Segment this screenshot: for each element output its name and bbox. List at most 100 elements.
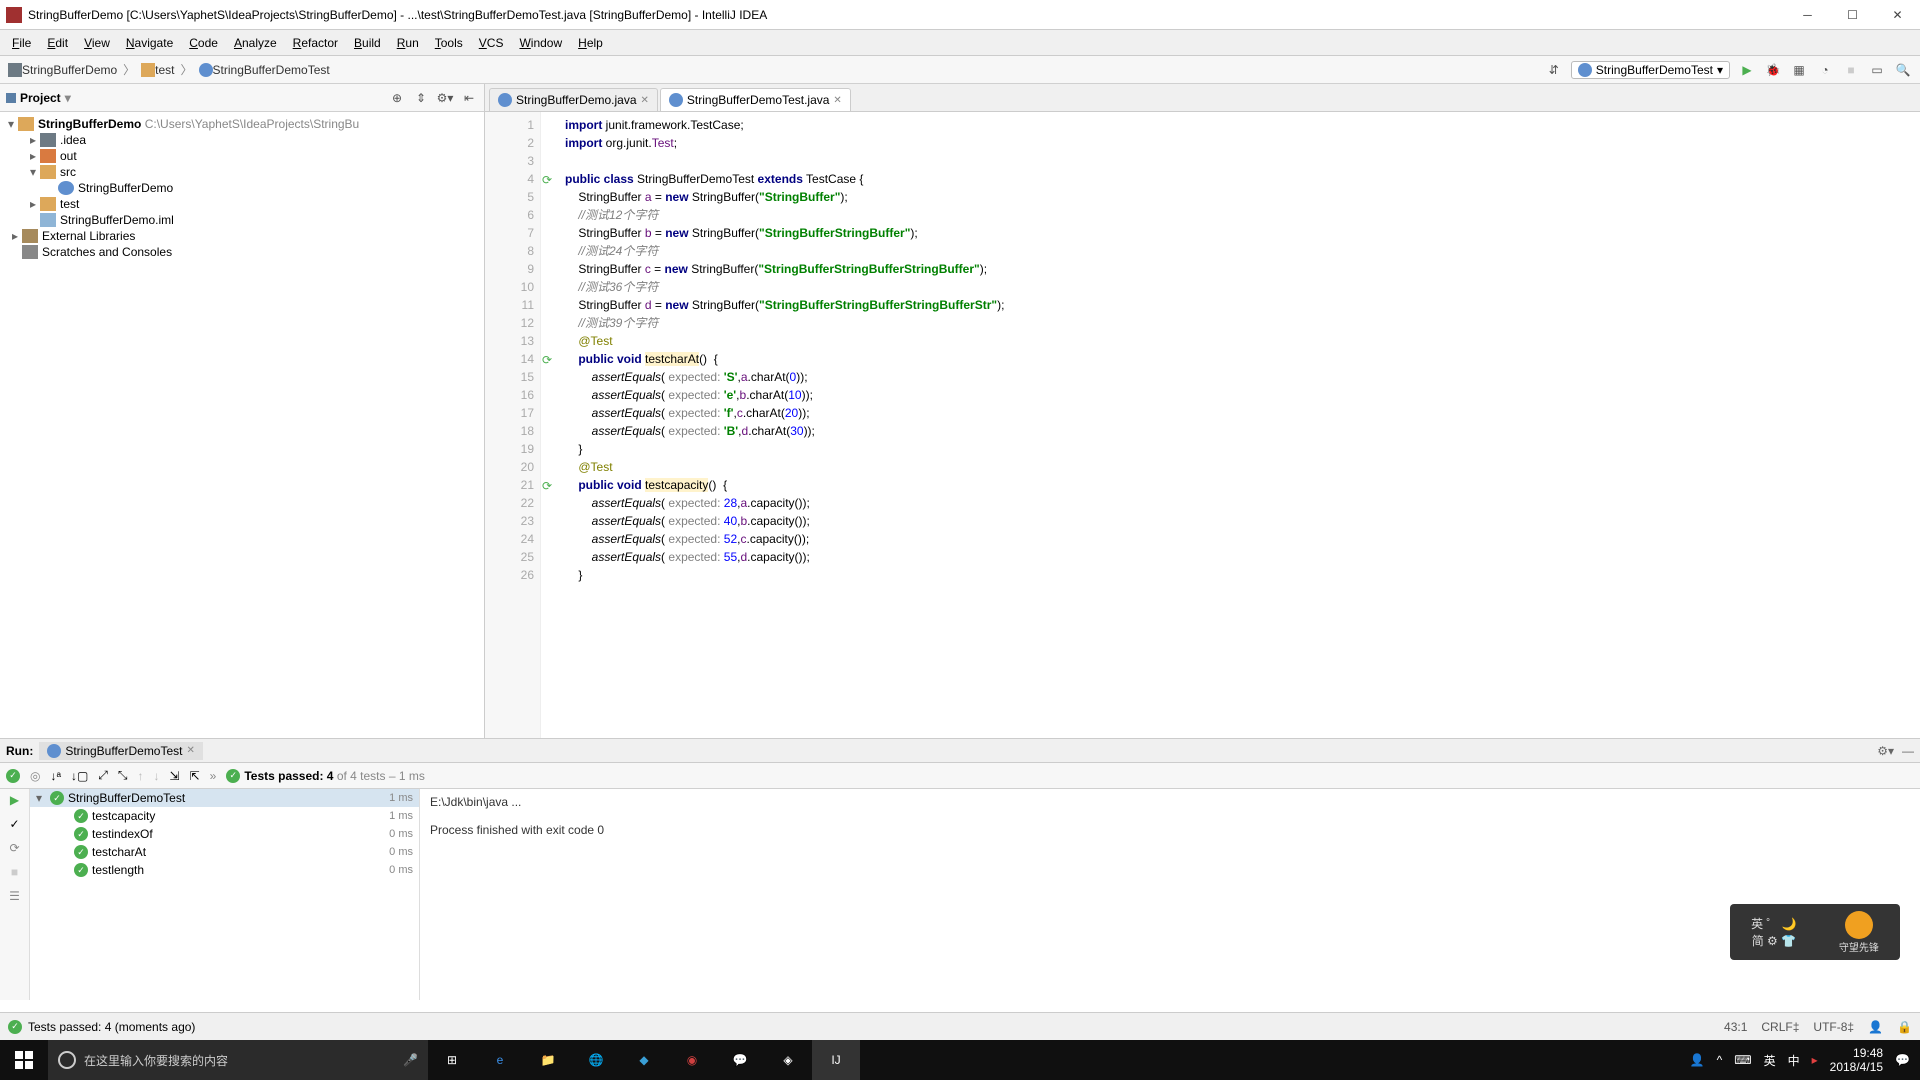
close-button[interactable]: ✕ [1875,0,1920,30]
menu-tools[interactable]: Tools [427,36,471,50]
import-icon[interactable]: ⇱ [190,769,200,783]
toggle-auto-button[interactable]: ⟳ [9,841,19,855]
close-icon[interactable]: ✕ [641,95,649,106]
tree-node[interactable]: ▾src [0,164,484,180]
dump-button[interactable]: ☰ [9,889,20,903]
tree-node[interactable]: ▸out [0,148,484,164]
task-view-icon[interactable]: ⊞ [428,1040,476,1080]
menu-edit[interactable]: Edit [39,36,76,50]
start-button[interactable] [0,1040,48,1080]
up-icon[interactable]: ↑ [138,769,144,783]
project-root[interactable]: ▾ StringBufferDemo C:\Users\YaphetS\Idea… [0,116,484,132]
search-placeholder: 在这里输入你要搜索的内容 [84,1052,228,1069]
test-row[interactable]: ✓testcapacity1 ms [30,807,419,825]
minimize-panel-icon[interactable]: — [1902,744,1914,758]
encoding[interactable]: UTF-8‡ [1813,1020,1854,1034]
filter-icon[interactable]: ↓▢ [71,769,88,783]
taskbar-search[interactable]: 在这里输入你要搜索的内容 🎤 [48,1040,428,1080]
search-everywhere-icon[interactable]: 🔍 [1894,61,1912,79]
rerun-icon[interactable]: ✓ [6,769,20,783]
close-icon[interactable]: ✕ [187,745,195,756]
toggle-icon[interactable]: ◎ [30,769,40,783]
notifications-icon[interactable]: 💬 [1895,1053,1910,1067]
menu-analyze[interactable]: Analyze [226,36,285,50]
hide-icon[interactable]: ⇤ [460,89,478,107]
stop-button[interactable]: ■ [11,865,18,879]
menu-file[interactable]: File [4,36,39,50]
app1-icon[interactable]: ◆ [620,1040,668,1080]
tray-flag-icon[interactable]: ▸ [1812,1053,1818,1067]
tray-lang1[interactable]: 英 [1764,1052,1776,1069]
minimize-button[interactable]: ─ [1785,0,1830,30]
coverage-button[interactable]: ▦ [1790,61,1808,79]
menu-run[interactable]: Run [389,36,427,50]
tree-node[interactable]: ▸test [0,196,484,212]
mic-icon[interactable]: 🎤 [403,1053,418,1067]
debug-button[interactable]: 🐞 [1764,61,1782,79]
crumb-0[interactable]: StringBufferDemo [4,63,121,77]
lock-icon[interactable]: 🔒 [1897,1020,1912,1034]
rerun-button[interactable]: ▶ [10,793,19,807]
collapse-icon[interactable]: ⇕ [412,89,430,107]
run-button[interactable]: ▶ [1738,61,1756,79]
test-row[interactable]: ✓testcharAt0 ms [30,843,419,861]
stop-button[interactable]: ■ [1842,61,1860,79]
console-output[interactable]: E:\Jdk\bin\java ... Process finished wit… [420,789,1920,1000]
build-icon[interactable]: ⇵ [1545,61,1563,79]
menu-window[interactable]: Window [511,36,570,50]
crumb-1[interactable]: test [137,63,178,77]
test-row[interactable]: ▾✓StringBufferDemoTest1 ms [30,789,419,807]
chrome-icon[interactable]: 🌐 [572,1040,620,1080]
taskbar-clock[interactable]: 19:48 2018/4/15 [1830,1046,1883,1074]
layout-button[interactable]: ▭ [1868,61,1886,79]
run-config-selector[interactable]: StringBufferDemoTest ▾ [1571,61,1730,79]
menu-refactor[interactable]: Refactor [285,36,346,50]
tray-chevron-icon[interactable]: ^ [1717,1053,1723,1067]
explorer-icon[interactable]: 📁 [524,1040,572,1080]
tree-node[interactable]: StringBufferDemo.iml [0,212,484,228]
line-separator[interactable]: CRLF‡ [1761,1020,1799,1034]
ime-overlay[interactable]: 英 ゜ 🌙 简 ⚙ 👕 守望先锋 [1730,904,1900,960]
down-icon[interactable]: ↓ [154,769,160,783]
export-icon[interactable]: ⇲ [170,769,180,783]
tree-node[interactable]: ▸External Libraries [0,228,484,244]
tray-people-icon[interactable]: 👤 [1690,1053,1705,1067]
editor-tab[interactable]: StringBufferDemo.java✕ [489,88,658,111]
profile-button[interactable]: ◔ [1816,61,1834,79]
menu-help[interactable]: Help [570,36,611,50]
menu-vcs[interactable]: VCS [471,36,512,50]
intellij-icon[interactable]: IJ [812,1040,860,1080]
menu-code[interactable]: Code [181,36,226,50]
crumb-2[interactable]: StringBufferDemoTest [195,63,334,77]
rerun-failed-button[interactable]: ✓ [9,817,19,831]
edge-icon[interactable]: e [476,1040,524,1080]
tree-node[interactable]: ▸.idea [0,132,484,148]
tree-node[interactable]: StringBufferDemo [0,180,484,196]
menu-navigate[interactable]: Navigate [118,36,181,50]
wechat-icon[interactable]: 💬 [716,1040,764,1080]
test-row[interactable]: ✓testlength0 ms [30,861,419,879]
tray-lang2[interactable]: 中 [1788,1052,1800,1069]
test-tree[interactable]: ▾✓StringBufferDemoTest1 ms✓testcapacity1… [30,789,420,1000]
maximize-button[interactable]: ☐ [1830,0,1875,30]
gear-icon[interactable]: ⚙▾ [436,89,454,107]
inspections-icon[interactable]: 👤 [1868,1020,1883,1034]
expand-icon[interactable]: ⤢ [98,768,108,783]
collapse-icon[interactable]: ⤡ [118,768,128,783]
test-row[interactable]: ✓testindexOf0 ms [30,825,419,843]
tree-node[interactable]: Scratches and Consoles [0,244,484,260]
run-panel-tab[interactable]: StringBufferDemoTest ✕ [39,742,203,760]
menu-view[interactable]: View [76,36,118,50]
tray-keyboard-icon[interactable]: ⌨ [1734,1053,1751,1067]
more-icon[interactable]: » [210,769,217,783]
project-panel-title[interactable]: Project ▾ [6,91,388,105]
gear-icon[interactable]: ⚙▾ [1877,744,1894,758]
locate-icon[interactable]: ⊕ [388,89,406,107]
close-icon[interactable]: ✕ [833,95,841,106]
app2-icon[interactable]: ◉ [668,1040,716,1080]
menu-build[interactable]: Build [346,36,389,50]
sort-icon[interactable]: ↓ᵃ [50,769,60,783]
caret-position[interactable]: 43:1 [1724,1020,1747,1034]
app3-icon[interactable]: ◈ [764,1040,812,1080]
editor-tab[interactable]: StringBufferDemoTest.java✕ [660,88,851,111]
